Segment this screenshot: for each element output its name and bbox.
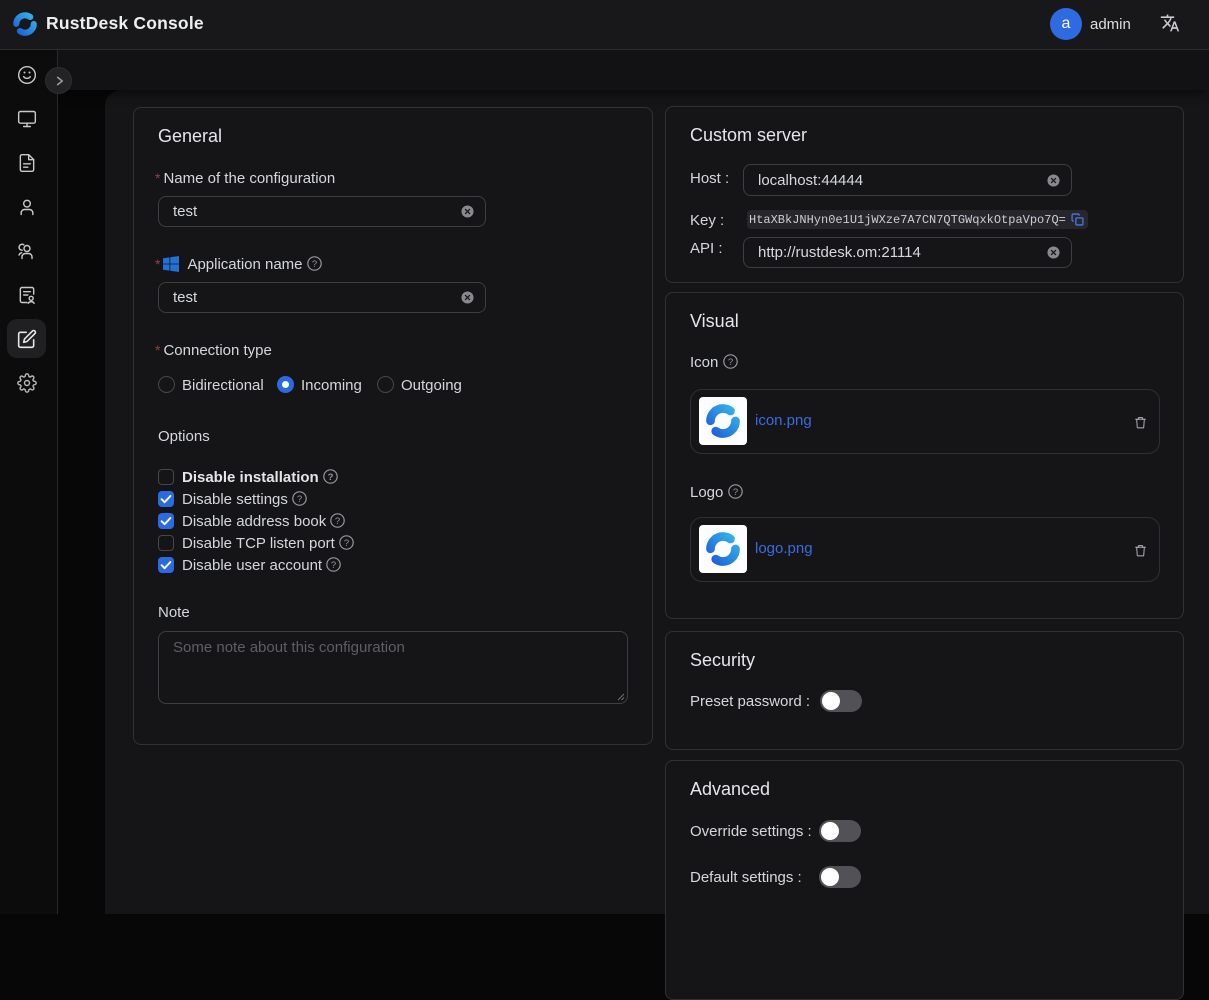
svg-text:?: ? [327,472,333,483]
svg-text:?: ? [331,560,336,571]
svg-text:?: ? [344,538,349,549]
svg-text:?: ? [297,494,302,505]
svg-text:?: ? [312,259,317,270]
svg-text:?: ? [335,516,340,527]
svg-text:?: ? [732,487,737,498]
svg-text:?: ? [727,357,732,368]
